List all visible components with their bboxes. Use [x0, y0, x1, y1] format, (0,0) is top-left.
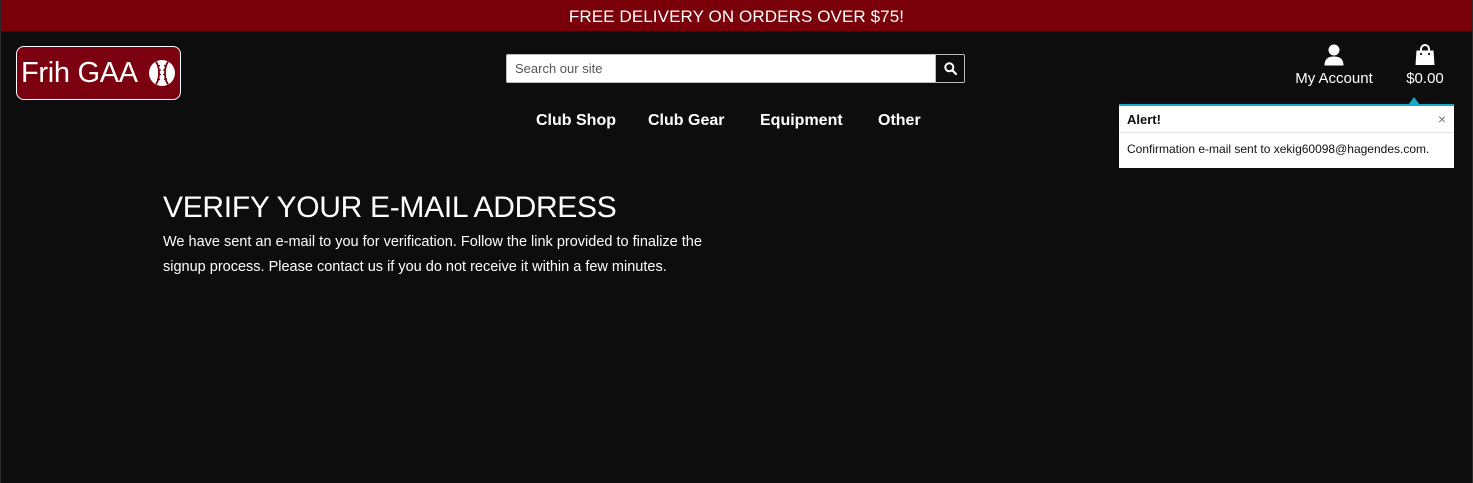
alert-toast: Alert! × Confirmation e-mail sent to xek… [1119, 104, 1454, 168]
cart-total: $0.00 [1406, 70, 1444, 87]
page: FREE DELIVERY ON ORDERS OVER $75! Frih G… [0, 0, 1473, 483]
search-button[interactable] [935, 55, 964, 82]
my-account-label: My Account [1295, 70, 1373, 87]
verification-message: We have sent an e-mail to you for verifi… [163, 234, 702, 275]
search-bar [506, 54, 965, 83]
alert-title: Alert! [1127, 111, 1161, 127]
banner-text: FREE DELIVERY ON ORDERS OVER $75! [568, 7, 905, 26]
sliotar-ball-icon [149, 60, 175, 86]
my-account-link[interactable]: My Account [1290, 42, 1378, 92]
search-input[interactable] [507, 55, 935, 82]
logo-text: Frih GAA [21, 56, 138, 89]
nav-item-club-shop[interactable]: Club Shop [536, 112, 616, 130]
site-logo[interactable]: Frih GAA [16, 46, 181, 100]
main-content: VERIFY YOUR E-MAIL ADDRESS We have sent … [163, 190, 743, 279]
shopping-cart-link[interactable]: $0.00 [1401, 42, 1449, 92]
nav-item-other[interactable]: Other [878, 112, 921, 130]
delivery-banner: FREE DELIVERY ON ORDERS OVER $75! [1, 0, 1472, 32]
nav-item-club-gear[interactable]: Club Gear [648, 112, 724, 130]
shopping-bag-icon [1415, 44, 1435, 65]
user-icon [1324, 44, 1344, 66]
alert-message: Confirmation e-mail sent to xekig60098@h… [1127, 142, 1430, 156]
search-icon [943, 62, 957, 75]
page-title: VERIFY YOUR E-MAIL ADDRESS [163, 191, 617, 224]
close-icon[interactable]: × [1438, 112, 1446, 126]
alert-header: Alert! × [1119, 106, 1454, 133]
nav-item-equipment[interactable]: Equipment [760, 112, 843, 130]
